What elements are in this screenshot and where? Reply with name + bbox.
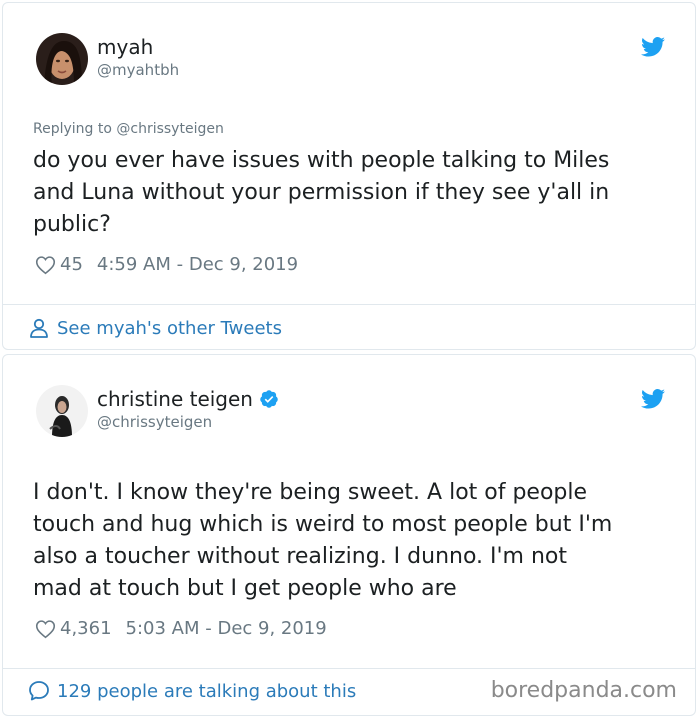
avatar-image [36, 33, 88, 85]
author-name-label: christine teigen [97, 387, 253, 411]
author-handle[interactable]: @chrissyteigen [97, 413, 212, 431]
tweet-card-christine: christine teigen @chrissyteigen I don't.… [2, 354, 696, 716]
speech-bubble-icon [29, 681, 49, 701]
avatar[interactable] [36, 33, 88, 85]
heart-icon[interactable] [35, 619, 56, 639]
tweet-text: I don't. I know they're being sweet. A l… [33, 480, 613, 601]
avatar[interactable] [36, 385, 88, 437]
tweet-meta: 4,361 5:03 AM - Dec 9, 2019 [35, 618, 327, 639]
like-count[interactable]: 45 [60, 254, 83, 275]
replying-to[interactable]: Replying to @chrissyteigen [33, 121, 224, 137]
tweet-card-myah: myah @myahtbh Replying to @chrissyteigen… [2, 2, 696, 350]
verified-badge-icon [260, 390, 278, 408]
twitter-bird-icon[interactable] [641, 389, 665, 409]
watermark: boredpanda.com [490, 678, 677, 703]
like-count[interactable]: 4,361 [60, 618, 112, 639]
twitter-bird-icon[interactable] [641, 37, 665, 57]
people-talking-link[interactable]: 129 people are talking about this [27, 679, 356, 703]
divider [3, 668, 695, 669]
heart-icon[interactable] [35, 255, 56, 275]
author-handle[interactable]: @myahtbh [97, 61, 179, 79]
tweet-meta: 45 4:59 AM - Dec 9, 2019 [35, 254, 298, 275]
see-other-tweets-label: See myah's other Tweets [57, 317, 282, 339]
person-icon [30, 318, 48, 338]
see-other-tweets-link[interactable]: See myah's other Tweets [27, 316, 282, 340]
people-talking-label: 129 people are talking about this [57, 680, 357, 702]
timestamp[interactable]: 5:03 AM - Dec 9, 2019 [126, 618, 327, 639]
tweet-text: do you ever have issues with people talk… [33, 148, 610, 237]
divider [3, 304, 695, 305]
avatar-image [36, 385, 88, 437]
author-name[interactable]: myah [97, 35, 153, 59]
timestamp[interactable]: 4:59 AM - Dec 9, 2019 [97, 254, 298, 275]
author-name[interactable]: christine teigen [97, 387, 279, 411]
